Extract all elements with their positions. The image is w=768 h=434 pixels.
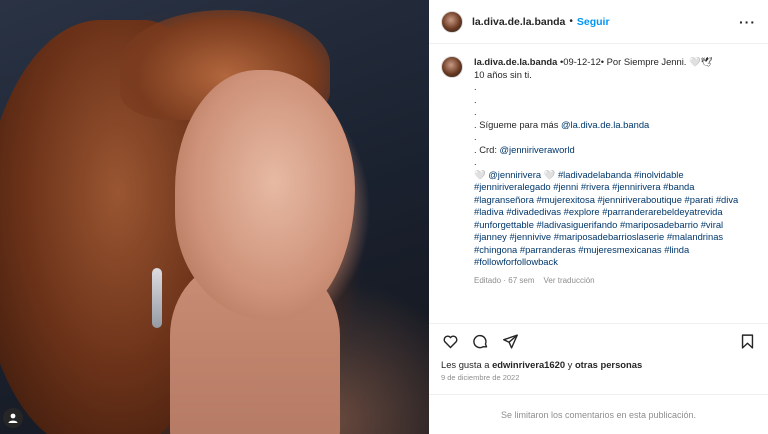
hashtag-lead: 🤍 [474,168,489,180]
bookmark-icon[interactable] [738,333,756,351]
header-separator: • [569,16,573,27]
author-avatar[interactable] [441,10,463,33]
author-username[interactable]: la.diva.de.la.banda [472,16,565,28]
caption-dot-4: . [474,131,477,142]
post-side-panel: la.diva.de.la.banda • Seguir ··· la.diva… [429,0,768,434]
heart-emoji: 🤍 [541,168,558,180]
share-icon[interactable] [501,333,519,351]
follow-mention-link[interactable]: @la.diva.de.la.banda [561,119,649,130]
caption-avatar[interactable] [441,56,463,78]
likes-prefix: Les gusta a [441,359,493,370]
caption-row: la.diva.de.la.banda •09-12-12• Por Siemp… [441,56,756,287]
caption-dot-5: . [474,156,477,167]
post-date: 9 de diciembre de 2022 [441,373,520,382]
hashtags-links[interactable]: #ladivadelabanda #inolvidable #jennirive… [474,169,738,268]
caption-meta: Editado · 67 sem Ver traducción [474,275,754,288]
caption-line-2: 10 años sin ti. [474,68,532,80]
comments-limited-notice: Se limitaron los comentarios en esta pub… [429,394,768,434]
caption-dot-2: . [474,93,477,105]
credit-mention-link[interactable]: @jenniriveraworld [500,144,575,155]
caption-dot-3: . [474,106,477,117]
caption-username[interactable]: la.diva.de.la.banda [474,56,557,67]
more-options-icon[interactable]: ··· [739,14,756,30]
likes-summary: Les gusta a edwinrivera1620 y otras pers… [429,359,768,370]
post-photo[interactable] [0,0,429,434]
comment-icon[interactable] [471,333,489,351]
action-bar [429,323,768,359]
comments-area[interactable]: la.diva.de.la.banda •09-12-12• Por Siemp… [429,44,768,323]
caption-text: la.diva.de.la.banda •09-12-12• Por Siemp… [474,56,754,287]
photo-face [175,70,355,320]
mention-link[interactable]: @jennirivera [488,169,541,180]
caption-line-1: •09-12-12• Por Siempre Jenni. 🤍🕊 [557,56,713,67]
translate-link[interactable]: Ver traducción [543,276,594,285]
heart-icon[interactable] [441,333,459,351]
caption-dot-1: . [474,81,477,92]
likes-user-link[interactable]: edwinrivera1620 [492,359,565,370]
follow-prefix: . Sígueme para más [474,118,562,130]
edited-label: Editado · 67 sem [474,275,535,285]
hashtag-block: 🤍 @jennirivera 🤍 #ladivadelabanda #inolv… [474,169,754,269]
tagged-users-icon[interactable] [3,408,23,428]
post-header: la.diva.de.la.banda • Seguir ··· [429,0,768,44]
credit-prefix: . Crd: [474,143,500,155]
likes-others-link[interactable]: otras personas [575,359,642,370]
likes-middle: y [565,359,575,370]
post-modal: la.diva.de.la.banda • Seguir ··· la.diva… [0,0,768,434]
photo-earring [152,268,162,328]
follow-button[interactable]: Seguir [577,16,610,28]
